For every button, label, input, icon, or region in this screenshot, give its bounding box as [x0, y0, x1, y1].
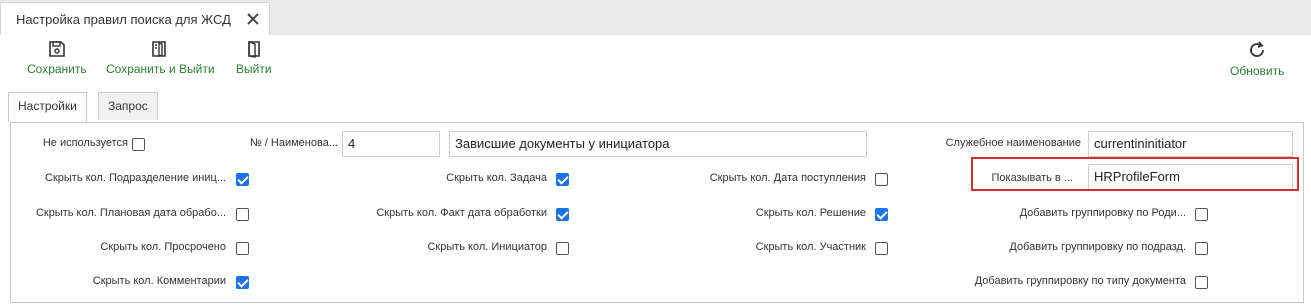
save-label: Сохранить	[27, 62, 87, 76]
hide-comments-checkbox[interactable]	[236, 276, 249, 289]
refresh-button[interactable]: Обновить	[1230, 40, 1284, 78]
service-name-label: Служебное наименование	[945, 137, 1081, 149]
document-tab[interactable]: Настройка правил поиска для ЖСД	[0, 2, 270, 35]
save-exit-label: Сохранить и Выйти	[106, 62, 215, 76]
hide-participant-label: Скрыть кол. Участник	[755, 241, 866, 253]
hide-task-checkbox[interactable]	[556, 173, 569, 186]
hide-receipt-date-checkbox[interactable]	[875, 173, 888, 186]
service-name-input[interactable]: currentininitiator	[1088, 131, 1293, 157]
save-exit-icon	[152, 41, 167, 57]
group-by-parent-checkbox[interactable]	[1195, 208, 1208, 221]
hide-initiator-dept-checkbox[interactable]	[236, 173, 249, 186]
refresh-label: Обновить	[1230, 64, 1285, 78]
group-by-doc-type-label: Добавить группировку по типу документа	[974, 275, 1186, 287]
refresh-icon	[1250, 41, 1265, 57]
hide-initiator-dept-label: Скрыть кол. Подразделение иниц...	[45, 172, 226, 184]
group-by-department-checkbox[interactable]	[1195, 242, 1208, 255]
save-and-exit-button[interactable]: Сохранить и Выйти	[106, 40, 215, 76]
number-input[interactable]: 4	[342, 131, 440, 157]
tab-settings[interactable]: Настройки	[8, 92, 87, 122]
num-name-label: № / Наименова...	[249, 137, 338, 149]
hide-task-label: Скрыть кол. Задача	[446, 172, 547, 184]
hide-plan-date-checkbox[interactable]	[236, 208, 249, 221]
document-tab-bar: Настройка правил поиска для ЖСД	[0, 0, 1311, 35]
hide-decision-label: Скрыть кол. Решение	[755, 207, 866, 219]
close-icon[interactable]	[246, 12, 260, 26]
group-by-doc-type-checkbox[interactable]	[1195, 276, 1208, 289]
hide-plan-date-label: Скрыть кол. Плановая дата обрабо...	[35, 207, 226, 219]
hide-receipt-date-label: Скрыть кол. Дата поступления	[709, 172, 866, 184]
exit-button[interactable]: Выйти	[236, 40, 272, 76]
not-used-label: Не используется	[42, 137, 128, 149]
toolbar: Сохранить Сохранить и Выйти Выйти Обнови…	[0, 35, 1311, 87]
group-by-parent-label: Добавить группировку по Роди...	[1019, 207, 1186, 219]
group-by-department-label: Добавить группировку по подразд.	[1009, 241, 1186, 253]
document-tab-title: Настройка правил поиска для ЖСД	[16, 12, 231, 27]
content-area: Настройки Запрос Не используется № / Наи…	[0, 87, 1311, 306]
name-input[interactable]: Зависшие документы у инициатора	[449, 131, 867, 157]
exit-label: Выйти	[236, 62, 272, 76]
hide-overdue-checkbox[interactable]	[236, 242, 249, 255]
hide-decision-checkbox[interactable]	[875, 208, 888, 221]
settings-panel: Не используется № / Наименова... 4 Завис…	[10, 122, 1304, 303]
hide-fact-date-checkbox[interactable]	[556, 208, 569, 221]
not-used-checkbox[interactable]	[132, 138, 145, 151]
hide-overdue-label: Скрыть кол. Просрочено	[100, 241, 226, 253]
hide-initiator-label: Скрыть кол. Инициатор	[427, 241, 547, 253]
tab-query[interactable]: Запрос	[98, 92, 158, 120]
hide-comments-label: Скрыть кол. Комментарии	[92, 275, 226, 287]
hide-initiator-checkbox[interactable]	[556, 242, 569, 255]
save-icon	[49, 41, 65, 57]
save-button[interactable]: Сохранить	[27, 40, 87, 76]
highlight-frame	[971, 157, 1299, 191]
hide-fact-date-label: Скрыть кол. Факт дата обработки	[376, 207, 547, 219]
hide-participant-checkbox[interactable]	[875, 242, 888, 255]
door-exit-icon	[247, 41, 260, 58]
